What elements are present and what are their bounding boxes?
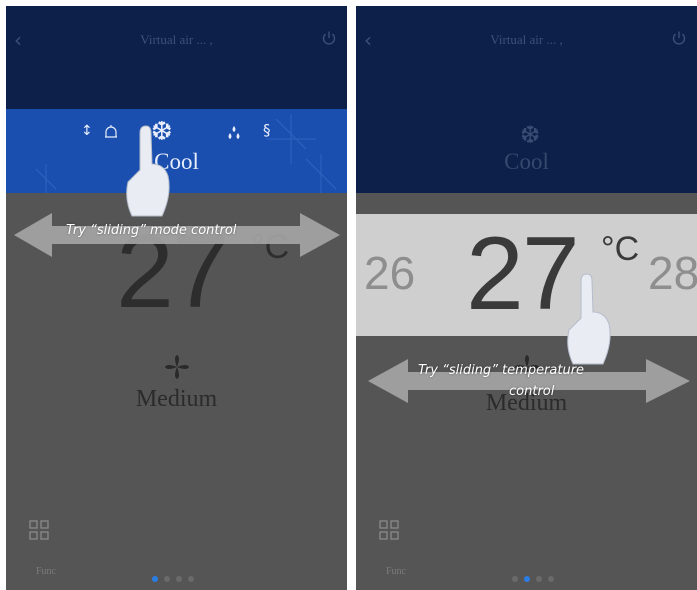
page-indicator[interactable] — [152, 576, 202, 582]
temperature-previous[interactable]: 26 — [364, 250, 415, 296]
page-dot[interactable] — [524, 576, 530, 582]
power-icon[interactable] — [321, 30, 337, 46]
finger-pointer-icon — [567, 273, 611, 365]
finger-pointer-icon — [126, 125, 170, 217]
swing-icon[interactable]: ↕ — [81, 123, 93, 139]
phone-screen-mode-slide: ‹ Virtual air ... , ↕ ❆ § Cool 27 °C Med… — [6, 6, 347, 590]
power-icon[interactable] — [671, 30, 687, 46]
page-indicator[interactable] — [512, 576, 562, 582]
temperature-slider[interactable]: 26 27 °C 28 — [356, 214, 697, 336]
device-title[interactable]: Virtual air ... , — [356, 32, 697, 48]
dry-icon[interactable] — [226, 125, 242, 141]
temperature-unit: °C — [601, 230, 640, 268]
grid-icon[interactable] — [378, 519, 400, 541]
page-dot[interactable] — [176, 576, 182, 582]
mode-selector[interactable]: ❆ Cool — [356, 109, 697, 193]
snowflake-icon[interactable]: ❆ — [520, 121, 540, 149]
top-bar: ‹ Virtual air ... , — [6, 6, 347, 109]
page-dot[interactable] — [512, 576, 518, 582]
temperature-next[interactable]: 28 — [648, 250, 697, 296]
phone-screen-temperature-slide: ‹ Virtual air ... , ❆ Cool 26 27 °C 28 M… — [356, 6, 697, 590]
fan-speed-label: Medium — [135, 386, 218, 412]
bell-icon[interactable] — [103, 124, 119, 141]
hint-text: Try “sliding” mode control — [66, 223, 237, 238]
fan-icon[interactable] — [163, 353, 191, 381]
page-dot[interactable] — [188, 576, 194, 582]
page-dot[interactable] — [164, 576, 170, 582]
func-label[interactable]: Func — [36, 566, 56, 577]
page-dot[interactable] — [548, 576, 554, 582]
mode-label: Cool — [504, 149, 549, 174]
hint-text-line2: control — [509, 384, 555, 399]
func-label[interactable]: Func — [386, 566, 406, 577]
top-bar: ‹ Virtual air ... , — [356, 6, 697, 109]
grid-icon[interactable] — [28, 519, 50, 541]
wind-icon[interactable]: § — [263, 121, 271, 139]
page-dot[interactable] — [152, 576, 158, 582]
page-dot[interactable] — [536, 576, 542, 582]
device-title[interactable]: Virtual air ... , — [6, 32, 347, 48]
